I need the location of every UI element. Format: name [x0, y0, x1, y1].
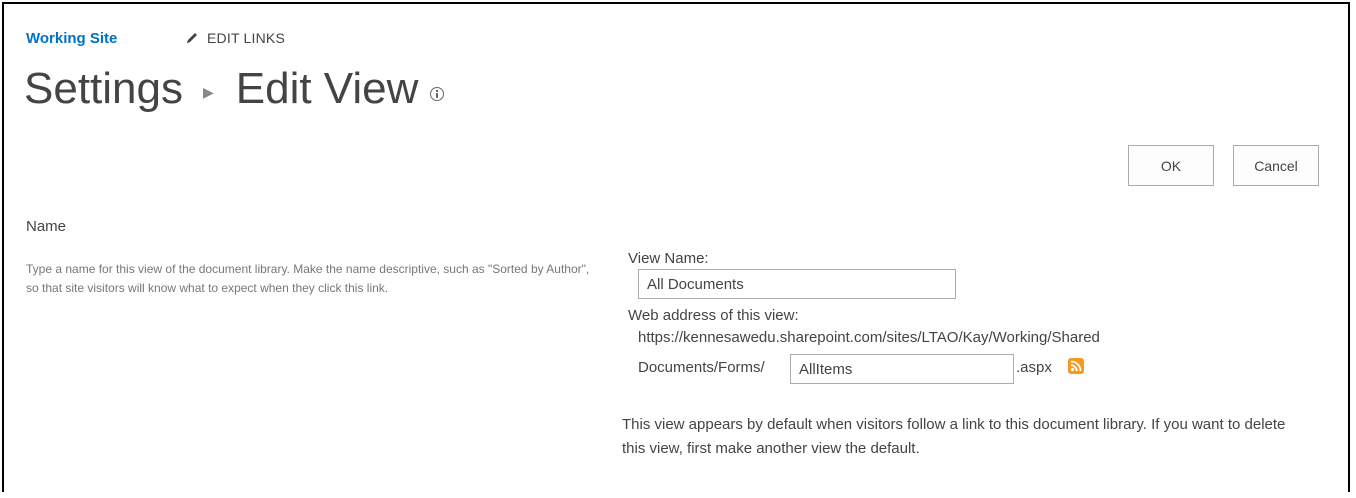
ok-button[interactable]: OK — [1128, 145, 1214, 186]
web-address-label: Web address of this view: — [628, 307, 799, 324]
section-description: Type a name for this view of the documen… — [26, 262, 590, 295]
page-title: Settings ▶ Edit View — [24, 64, 445, 114]
rss-feed-icon[interactable] — [1068, 358, 1084, 374]
edit-links-button[interactable]: EDIT LINKS — [185, 30, 285, 46]
view-name-input[interactable] — [638, 269, 956, 299]
edit-links-label: EDIT LINKS — [207, 30, 285, 46]
url-page-input[interactable] — [790, 354, 1014, 384]
pencil-icon — [185, 31, 199, 45]
url-line-1: https://kennesawedu.sharepoint.com/sites… — [638, 329, 1100, 346]
site-link[interactable]: Working Site — [26, 30, 117, 47]
url-prefix: Documents/Forms/ — [638, 359, 765, 376]
cancel-button[interactable]: Cancel — [1233, 145, 1319, 186]
title-current: Edit View — [235, 64, 419, 113]
section-title-name: Name — [26, 218, 67, 235]
info-icon[interactable] — [430, 87, 445, 101]
breadcrumb-arrow-icon: ▶ — [202, 83, 214, 100]
breadcrumb-settings[interactable]: Settings — [24, 64, 183, 114]
url-suffix: .aspx — [1016, 359, 1052, 376]
view-name-label: View Name: — [628, 250, 709, 267]
default-view-note: This view appears by default when visito… — [622, 416, 1286, 457]
